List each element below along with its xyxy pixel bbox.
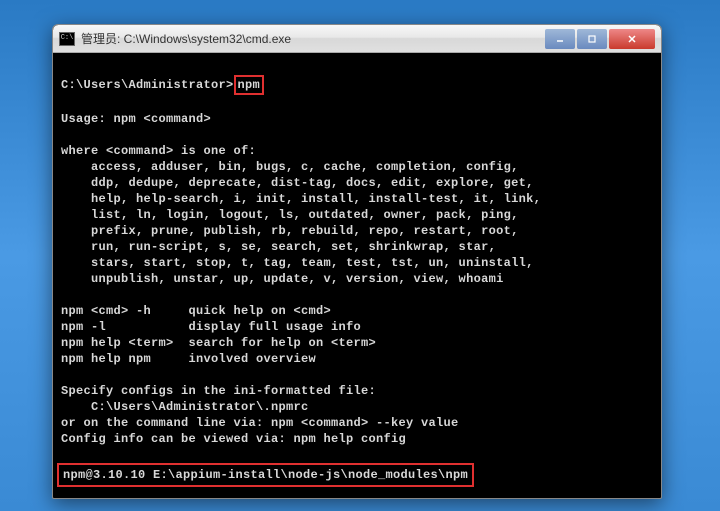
help-line: npm -l display full usage info [61, 319, 653, 335]
blank-line [61, 447, 653, 463]
blank-line [61, 487, 653, 499]
maximize-button[interactable] [577, 29, 607, 49]
blank-line [61, 59, 653, 75]
usage-line: Usage: npm <command> [61, 111, 653, 127]
cmd-icon: C:\ [59, 32, 75, 46]
minimize-button[interactable] [545, 29, 575, 49]
blank-line [61, 127, 653, 143]
cmd-list-line: unpublish, unstar, up, update, v, versio… [61, 271, 653, 287]
config-line: Specify configs in the ini-formatted fil… [61, 383, 653, 399]
window-title: 管理员: C:\Windows\system32\cmd.exe [81, 30, 543, 47]
cmd-list-line: run, run-script, s, se, search, set, shr… [61, 239, 653, 255]
blank-line [61, 95, 653, 111]
where-line: where <command> is one of: [61, 143, 653, 159]
version-line-wrap: npm@3.10.10 E:\appium-install\node-js\no… [61, 463, 653, 487]
cmd-list-line: list, ln, login, logout, ls, outdated, o… [61, 207, 653, 223]
cmd-list-line: prefix, prune, publish, rb, rebuild, rep… [61, 223, 653, 239]
close-button[interactable] [609, 29, 655, 49]
blank-line [61, 287, 653, 303]
prompt-line-1: C:\Users\Administrator>npm [61, 75, 653, 95]
help-line: npm help npm involved overview [61, 351, 653, 367]
terminal-output[interactable]: C:\Users\Administrator>npm Usage: npm <c… [53, 53, 661, 499]
highlighted-command: npm [234, 75, 265, 95]
config-line: Config info can be viewed via: npm help … [61, 431, 653, 447]
prompt-path: C:\Users\Administrator> [61, 78, 234, 92]
cmd-window: C:\ 管理员: C:\Windows\system32\cmd.exe C:\… [52, 24, 662, 499]
cmd-list-line: help, help-search, i, init, install, ins… [61, 191, 653, 207]
cmd-list-line: access, adduser, bin, bugs, c, cache, co… [61, 159, 653, 175]
blank-line [61, 367, 653, 383]
help-line: npm <cmd> -h quick help on <cmd> [61, 303, 653, 319]
window-controls [543, 29, 655, 49]
titlebar[interactable]: C:\ 管理员: C:\Windows\system32\cmd.exe [53, 25, 661, 53]
help-line: npm help <term> search for help on <term… [61, 335, 653, 351]
cmd-list-line: ddp, dedupe, deprecate, dist-tag, docs, … [61, 175, 653, 191]
highlighted-version: npm@3.10.10 E:\appium-install\node-js\no… [57, 463, 474, 487]
config-line: or on the command line via: npm <command… [61, 415, 653, 431]
cmd-list-line: stars, start, stop, t, tag, team, test, … [61, 255, 653, 271]
config-line: C:\Users\Administrator\.npmrc [61, 399, 653, 415]
